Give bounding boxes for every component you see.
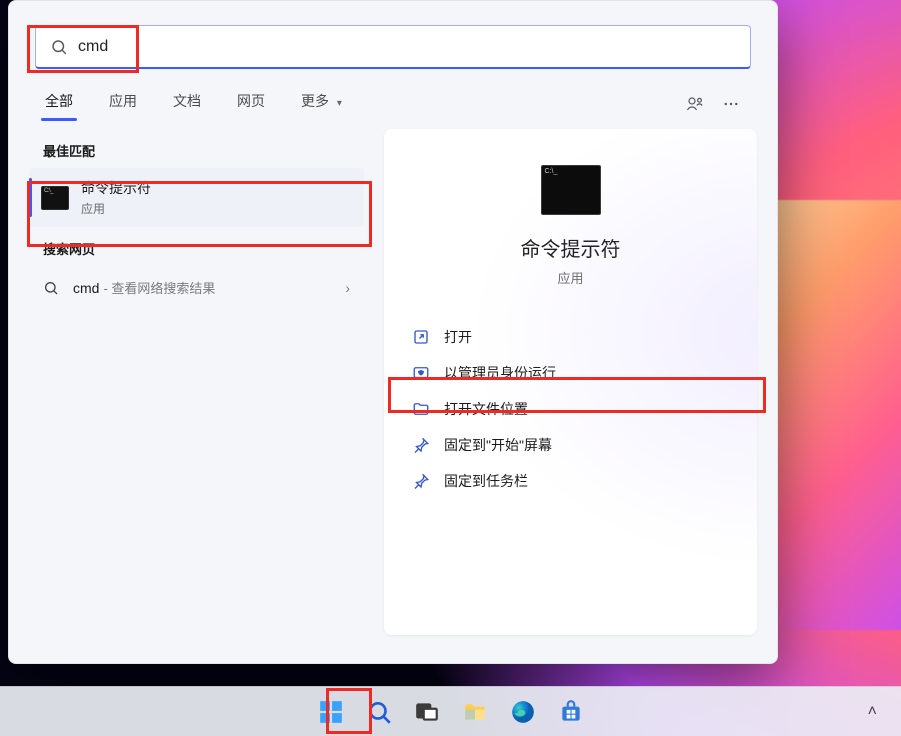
- open-icon: [412, 328, 430, 346]
- taskbar-start-button[interactable]: [310, 691, 352, 733]
- tab-documents[interactable]: 文档: [169, 83, 205, 125]
- action-label: 打开: [444, 327, 472, 347]
- action-label: 固定到"开始"屏幕: [444, 435, 552, 455]
- action-run-as-admin[interactable]: 以管理员身份运行: [402, 355, 739, 391]
- web-search-item[interactable]: cmd - 查看网络搜索结果 ›: [29, 266, 364, 309]
- tab-more[interactable]: 更多 ▾: [297, 83, 346, 125]
- action-label: 固定到任务栏: [444, 471, 528, 491]
- search-more-icon[interactable]: [717, 90, 745, 118]
- search-flyout: 全部 应用 文档 网页 更多 ▾ 最佳匹配 命令提示符: [8, 0, 778, 664]
- taskbar-edge-button[interactable]: [502, 691, 544, 733]
- action-pin-to-start[interactable]: 固定到"开始"屏幕: [402, 427, 739, 463]
- details-title: 命令提示符: [521, 233, 621, 262]
- cmd-icon: [41, 186, 69, 210]
- tab-label: 文档: [173, 93, 201, 109]
- results-panel: 最佳匹配 命令提示符 应用 搜索网页 cmd - 查看网络搜索结果 ›: [29, 129, 374, 635]
- search-account-icon[interactable]: [681, 90, 709, 118]
- shield-admin-icon: [412, 364, 430, 382]
- cmd-icon: [541, 165, 601, 215]
- action-label: 以管理员身份运行: [444, 363, 556, 383]
- tab-label: 全部: [45, 93, 73, 109]
- taskbar-microsoft-store-button[interactable]: [550, 691, 592, 733]
- taskbar-tray: ˄: [862, 687, 883, 736]
- details-subtitle: 应用: [557, 268, 583, 287]
- taskbar-task-view-button[interactable]: [406, 691, 448, 733]
- tray-overflow-icon[interactable]: ˄: [862, 697, 883, 727]
- action-open[interactable]: 打开: [402, 319, 739, 355]
- action-open-file-location[interactable]: 打开文件位置: [402, 391, 739, 427]
- best-match-header: 最佳匹配: [43, 141, 354, 160]
- search-input[interactable]: [78, 38, 736, 56]
- taskbar-file-explorer-button[interactable]: [454, 691, 496, 733]
- tab-all[interactable]: 全部: [41, 83, 77, 125]
- tab-apps[interactable]: 应用: [105, 83, 141, 125]
- action-label: 打开文件位置: [444, 399, 528, 419]
- chevron-right-icon: ›: [345, 280, 350, 296]
- taskbar: ˄: [0, 686, 901, 736]
- search-icon: [43, 280, 59, 296]
- result-title: 命令提示符: [81, 178, 151, 198]
- folder-icon: [412, 400, 430, 418]
- chevron-down-icon: ▾: [337, 98, 342, 109]
- result-subtitle: 应用: [81, 200, 151, 217]
- web-search-term: cmd: [73, 280, 99, 296]
- search-icon: [50, 38, 68, 56]
- search-tabs: 全部 应用 文档 网页 更多 ▾: [9, 79, 777, 123]
- tab-web[interactable]: 网页: [233, 83, 269, 125]
- web-search-header: 搜索网页: [43, 239, 354, 258]
- pin-icon: [412, 472, 430, 490]
- details-actions: 打开 以管理员身份运行: [384, 305, 757, 513]
- result-command-prompt[interactable]: 命令提示符 应用: [29, 168, 364, 227]
- pin-icon: [412, 436, 430, 454]
- taskbar-search-button[interactable]: [358, 691, 400, 733]
- details-panel: 命令提示符 应用 打开: [384, 129, 757, 635]
- action-pin-to-taskbar[interactable]: 固定到任务栏: [402, 463, 739, 499]
- tab-label: 应用: [109, 93, 137, 109]
- web-search-suffix: - 查看网络搜索结果: [103, 278, 215, 297]
- tab-label: 更多: [301, 93, 329, 109]
- tab-label: 网页: [237, 93, 265, 109]
- search-box[interactable]: [35, 25, 751, 69]
